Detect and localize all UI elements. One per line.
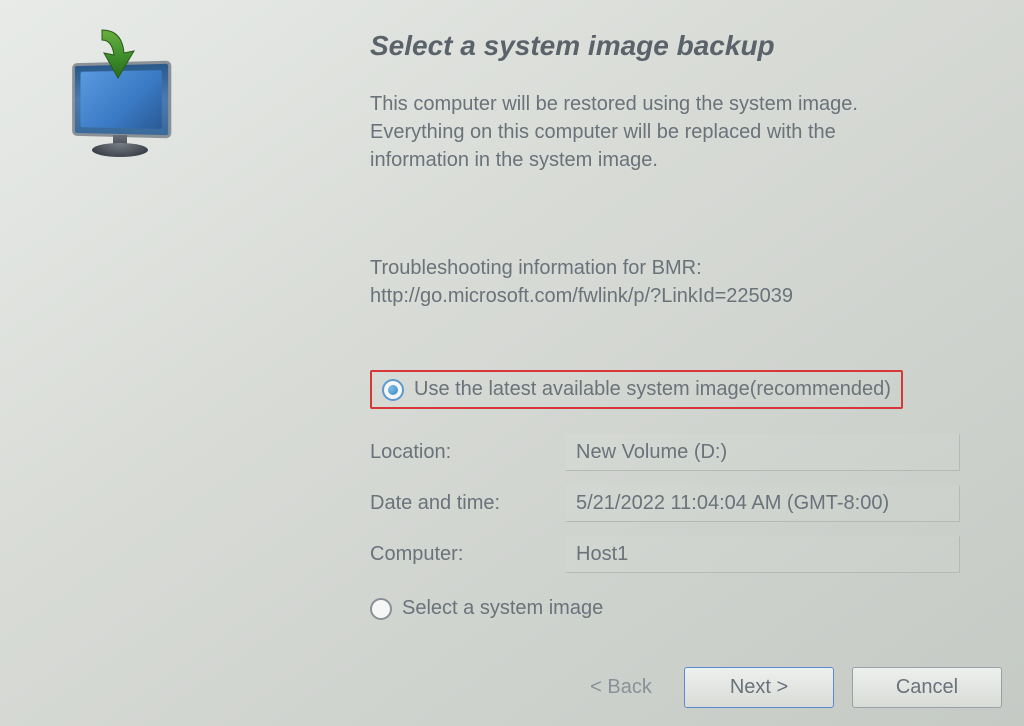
wizard-button-bar: < Back Next > Cancel — [576, 667, 1002, 708]
cancel-button[interactable]: Cancel — [852, 667, 1002, 708]
wizard-sidebar — [0, 0, 220, 726]
computer-value: Host1 — [565, 536, 960, 573]
location-label: Location: — [370, 441, 565, 464]
computer-label: Computer: — [370, 543, 565, 566]
option-select-image-label: Select a system image — [402, 597, 603, 620]
troubleshoot-info: Troubleshooting information for BMR: htt… — [370, 254, 994, 310]
back-button: < Back — [576, 668, 666, 707]
radio-options-group: Use the latest available system image(re… — [370, 370, 994, 626]
page-description: This computer will be restored using the… — [370, 90, 930, 174]
main-content: Select a system image backup This comput… — [220, 0, 1024, 726]
troubleshoot-link: http://go.microsoft.com/fwlink/p/?LinkId… — [370, 282, 994, 310]
system-restore-icon — [30, 20, 180, 180]
restore-arrow-icon — [92, 28, 142, 88]
option-use-latest[interactable]: Use the latest available system image(re… — [370, 370, 903, 409]
radio-button-unselected-icon — [370, 598, 392, 620]
location-value: New Volume (D:) — [565, 434, 960, 471]
option-select-image[interactable]: Select a system image — [370, 591, 994, 626]
datetime-value: 5/21/2022 11:04:04 AM (GMT-8:00) — [565, 485, 960, 522]
detail-row-location: Location: New Volume (D:) — [370, 434, 994, 471]
next-button[interactable]: Next > — [684, 667, 834, 708]
option-use-latest-label: Use the latest available system image(re… — [414, 378, 891, 401]
datetime-label: Date and time: — [370, 492, 565, 515]
page-title: Select a system image backup — [370, 30, 994, 62]
detail-row-computer: Computer: Host1 — [370, 536, 994, 573]
latest-image-details: Location: New Volume (D:) Date and time:… — [370, 434, 994, 573]
troubleshoot-label: Troubleshooting information for BMR: — [370, 254, 994, 282]
detail-row-datetime: Date and time: 5/21/2022 11:04:04 AM (GM… — [370, 485, 994, 522]
radio-button-selected-icon — [382, 379, 404, 401]
wizard-container: Select a system image backup This comput… — [0, 0, 1024, 726]
